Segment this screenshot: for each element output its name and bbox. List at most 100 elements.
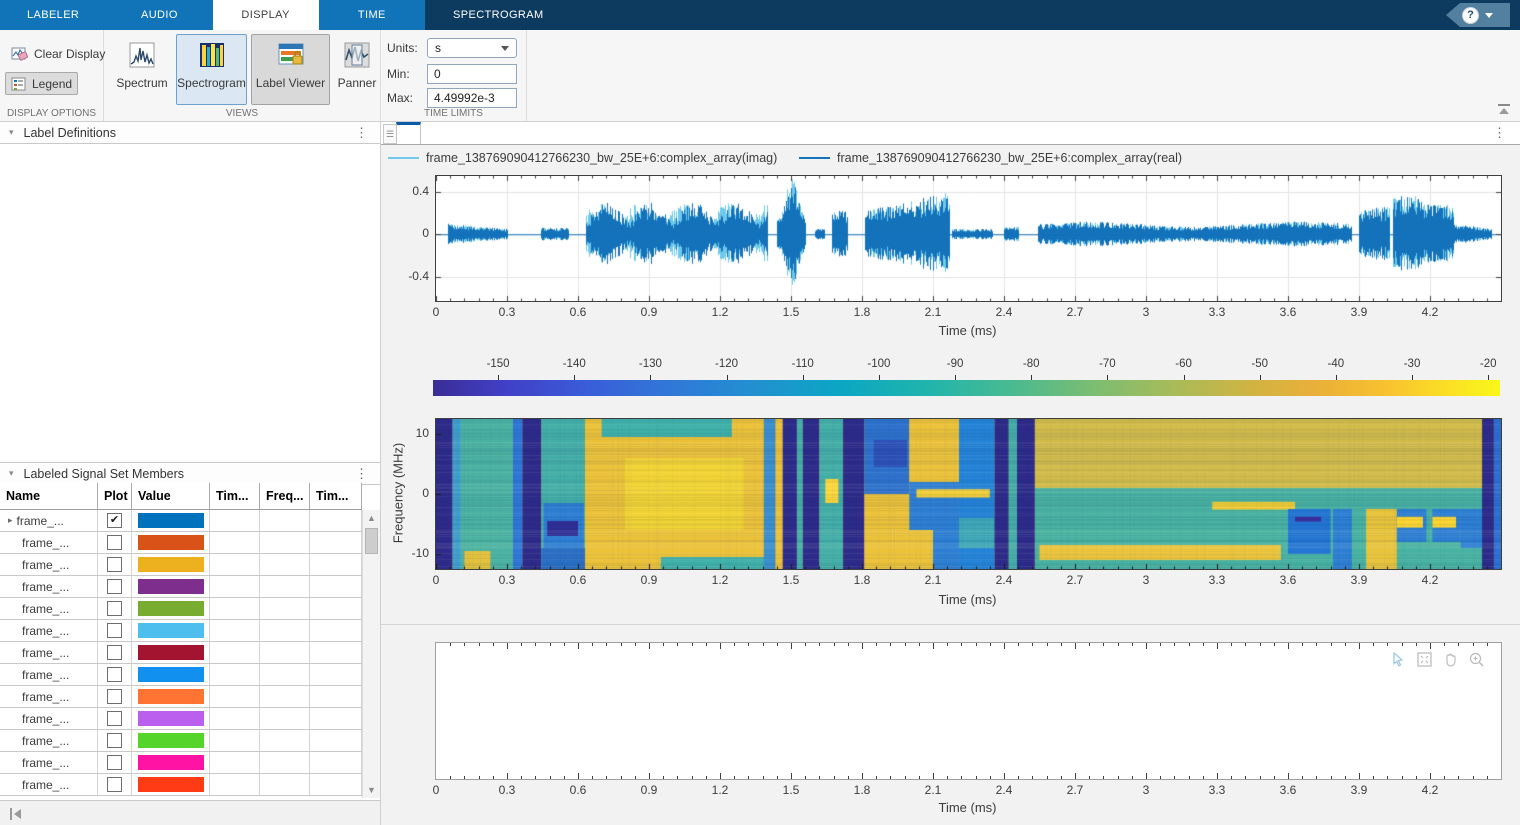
tab-display[interactable]: DISPLAY — [213, 0, 319, 30]
waveform-y-tick-label: -0.4 — [387, 269, 429, 283]
plot-checkbox[interactable] — [107, 579, 122, 594]
spectrogram-canvas[interactable] — [436, 419, 1501, 569]
plot-checkbox[interactable] — [107, 601, 122, 616]
zoom-in-icon[interactable] — [1468, 651, 1485, 668]
member-name-cell[interactable]: frame_... — [0, 774, 98, 795]
fit-view-icon[interactable] — [1416, 651, 1433, 668]
plot-checkbox[interactable] — [107, 557, 122, 572]
tab-list-icon[interactable]: ☰ — [383, 124, 397, 144]
min-input[interactable] — [427, 64, 517, 84]
tab-spectrogram[interactable]: SPECTROGRAM — [425, 0, 572, 30]
scroll-up-icon[interactable]: ▲ — [363, 511, 380, 525]
member-name-cell[interactable]: frame_... — [0, 708, 98, 729]
figure-menu-icon[interactable]: ⋮ — [1493, 125, 1506, 141]
plot-checkbox[interactable] — [107, 667, 122, 682]
column-header-freq[interactable]: Freq... — [260, 483, 310, 509]
member-name-cell[interactable]: frame_... — [0, 576, 98, 597]
tab-labeler[interactable]: LABELER — [0, 0, 106, 30]
clear-display-button[interactable]: Clear Display — [5, 42, 111, 65]
table-row[interactable]: frame_... — [0, 752, 362, 774]
table-row[interactable]: frame_... — [0, 554, 362, 576]
table-row[interactable]: frame_... — [0, 576, 362, 598]
member-name-cell[interactable]: frame_... — [0, 664, 98, 685]
time-cell-2 — [310, 774, 362, 795]
table-row[interactable]: frame_... — [0, 708, 362, 730]
chevron-down-icon — [501, 46, 509, 51]
plot-checkbox[interactable] — [107, 535, 122, 550]
column-header-tim[interactable]: Tim... — [210, 483, 260, 509]
scrollbar-thumb[interactable] — [365, 528, 378, 554]
chevron-down-icon — [1485, 13, 1493, 18]
pointer-icon[interactable] — [1390, 651, 1407, 668]
panner-tick — [834, 776, 835, 779]
panner-axes[interactable] — [435, 642, 1502, 780]
table-row[interactable]: frame_... — [0, 730, 362, 752]
spectrum-button[interactable]: Spectrum — [112, 34, 172, 105]
column-header-value[interactable]: Value — [132, 483, 210, 509]
collapse-ribbon-button[interactable] — [1496, 103, 1512, 115]
member-name-cell[interactable]: frame_... — [0, 554, 98, 575]
member-name-cell[interactable]: ▸frame_... — [0, 510, 98, 531]
plot-checkbox[interactable]: ✔ — [107, 513, 122, 528]
tab-time[interactable]: TIME — [319, 0, 425, 30]
waveform-canvas[interactable] — [436, 176, 1501, 301]
panner-x-tick-label: 1.5 — [783, 783, 800, 797]
collapse-arrow-icon[interactable]: ▾ — [9, 127, 14, 138]
table-row[interactable]: frame_... — [0, 598, 362, 620]
member-name-cell[interactable]: frame_... — [0, 642, 98, 663]
plot-checkbox[interactable] — [107, 623, 122, 638]
label-definitions-header[interactable]: ▾ Label Definitions ⋮ — [0, 122, 380, 144]
label-viewer-icon — [278, 42, 304, 71]
tab-audio[interactable]: AUDIO — [106, 0, 212, 30]
members-scrollbar[interactable]: ▲ ▼ — [362, 510, 380, 798]
member-name-cell[interactable]: frame_... — [0, 686, 98, 707]
plot-checkbox[interactable] — [107, 755, 122, 770]
table-row[interactable]: frame_... — [0, 620, 362, 642]
table-row[interactable]: frame_... — [0, 686, 362, 708]
panner-button[interactable]: Panner — [334, 34, 380, 105]
panner-tick — [564, 776, 565, 779]
table-row[interactable]: frame_... — [0, 642, 362, 664]
member-name-cell[interactable]: frame_... — [0, 532, 98, 553]
active-figure-tab[interactable] — [396, 122, 421, 144]
column-header-tim[interactable]: Tim... — [310, 483, 362, 509]
pan-icon[interactable] — [1442, 651, 1459, 668]
plot-checkbox[interactable] — [107, 645, 122, 660]
units-dropdown[interactable]: s — [427, 38, 517, 58]
table-row[interactable]: frame_... — [0, 532, 362, 554]
scroll-down-icon[interactable]: ▼ — [363, 783, 380, 797]
collapse-panel-icon[interactable] — [6, 806, 26, 822]
max-input[interactable] — [427, 88, 517, 108]
legend-toggle-button[interactable]: Legend — [5, 72, 78, 95]
spectrogram-axes[interactable] — [435, 418, 1502, 570]
table-row[interactable]: ▸frame_... ✔ — [0, 510, 362, 532]
expand-arrow-icon[interactable]: ▸ — [8, 515, 13, 526]
legend-entry-imag: frame_138769090412766230_bw_25E+6:comple… — [388, 151, 777, 165]
plot-checkbox[interactable] — [107, 711, 122, 726]
spectrogram-button[interactable]: Spectrogram — [176, 34, 247, 105]
waveform-axes[interactable] — [435, 175, 1502, 302]
column-header-name[interactable]: Name — [0, 483, 98, 509]
table-row[interactable]: frame_... — [0, 774, 362, 796]
colorbar-tick-mark — [955, 375, 956, 380]
help-button[interactable]: ? — [1446, 3, 1510, 27]
label-viewer-button[interactable]: Label Viewer — [251, 34, 330, 105]
plot-checkbox[interactable] — [107, 733, 122, 748]
member-name-cell[interactable]: frame_... — [0, 752, 98, 773]
panel-menu-icon[interactable]: ⋮ — [355, 125, 368, 141]
panner-tick — [521, 643, 522, 646]
panner-tick — [621, 776, 622, 779]
member-name-cell[interactable]: frame_... — [0, 620, 98, 641]
table-row[interactable]: frame_... — [0, 664, 362, 686]
members-header[interactable]: ▾ Labeled Signal Set Members ⋮ — [0, 462, 380, 485]
panel-menu-icon[interactable]: ⋮ — [355, 466, 368, 482]
plot-checkbox[interactable] — [107, 689, 122, 704]
member-name-cell[interactable]: frame_... — [0, 730, 98, 751]
spectrogram-y-tick-label: 0 — [387, 486, 429, 500]
panner-tick — [919, 643, 920, 646]
column-header-plot[interactable]: Plot — [98, 483, 132, 509]
plot-checkbox[interactable] — [107, 777, 122, 792]
member-name-cell[interactable]: frame_... — [0, 598, 98, 619]
panner-tick — [848, 643, 849, 646]
collapse-arrow-icon[interactable]: ▾ — [9, 468, 14, 479]
